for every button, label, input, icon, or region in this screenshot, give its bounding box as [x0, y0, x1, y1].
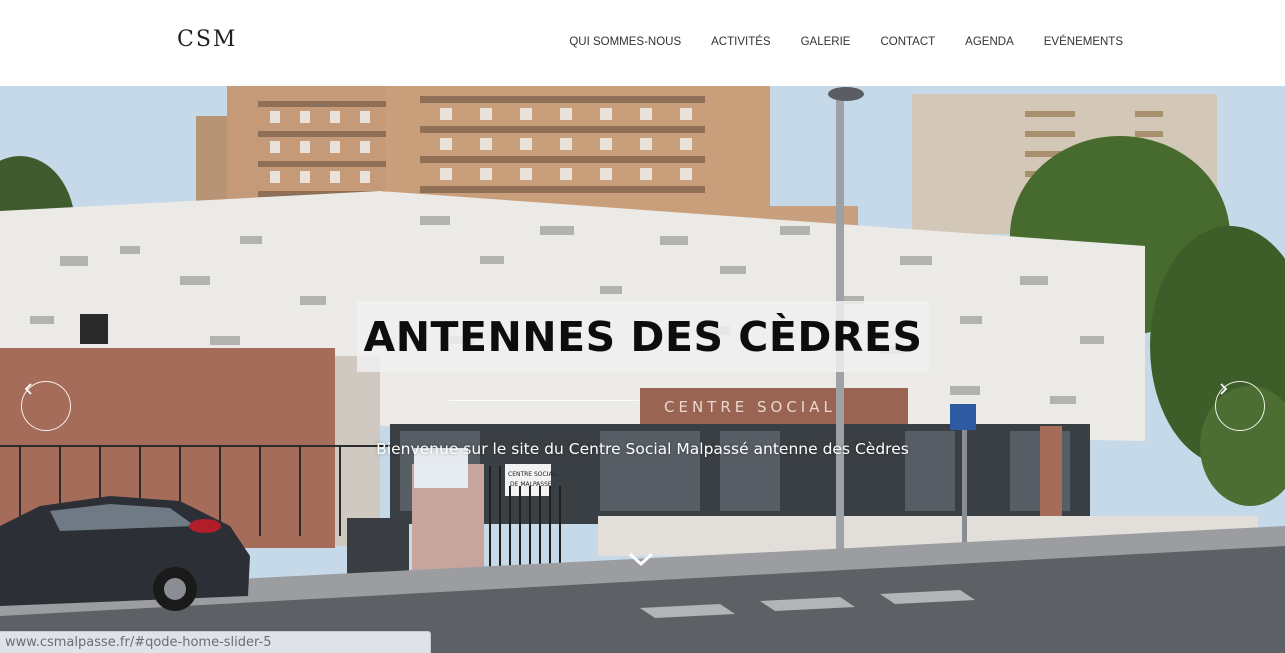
nav-item-activites[interactable]: ACTIVITÉS: [711, 36, 770, 48]
slide-title-box: ANTENNES DES CÈDRES: [357, 301, 929, 372]
slider-next-button[interactable]: [1215, 381, 1265, 431]
hero-slider: CENTRE SOCIAL CENTRE SOCIAL DE MALPASSE: [0, 86, 1285, 653]
site-logo[interactable]: CSM: [177, 27, 237, 52]
svg-text:CENTRE SOCIAL: CENTRE SOCIAL: [508, 471, 557, 478]
slide-subtitle: Bienvenue sur le site du Centre Social M…: [376, 440, 909, 458]
main-nav: QUI SOMMES-NOUS ACTIVITÉS GALERIE CONTAC…: [539, 36, 1123, 48]
nav-item-contact[interactable]: CONTACT: [880, 36, 935, 48]
nav-item-galerie[interactable]: GALERIE: [801, 36, 851, 48]
nav-item-qui-sommes-nous[interactable]: QUI SOMMES-NOUS: [569, 36, 681, 48]
chevron-left-icon: [24, 383, 32, 395]
browser-status-bar: www.csmalpasse.fr/#qode-home-slider-5: [0, 631, 431, 653]
slide-title: ANTENNES DES CÈDRES: [363, 312, 923, 361]
chevron-right-icon: [1220, 383, 1228, 395]
building-sign: CENTRE SOCIAL: [664, 398, 836, 416]
site-header: CSM QUI SOMMES-NOUS ACTIVITÉS GALERIE CO…: [0, 0, 1285, 86]
slider-prev-button[interactable]: [21, 381, 71, 431]
nav-item-agenda[interactable]: AGENDA: [965, 36, 1014, 48]
chevron-down-icon: [628, 552, 654, 567]
title-divider: [449, 400, 639, 401]
scroll-down-button[interactable]: [627, 550, 659, 578]
nav-item-evenements[interactable]: EVÉNEMENTS: [1044, 36, 1123, 48]
